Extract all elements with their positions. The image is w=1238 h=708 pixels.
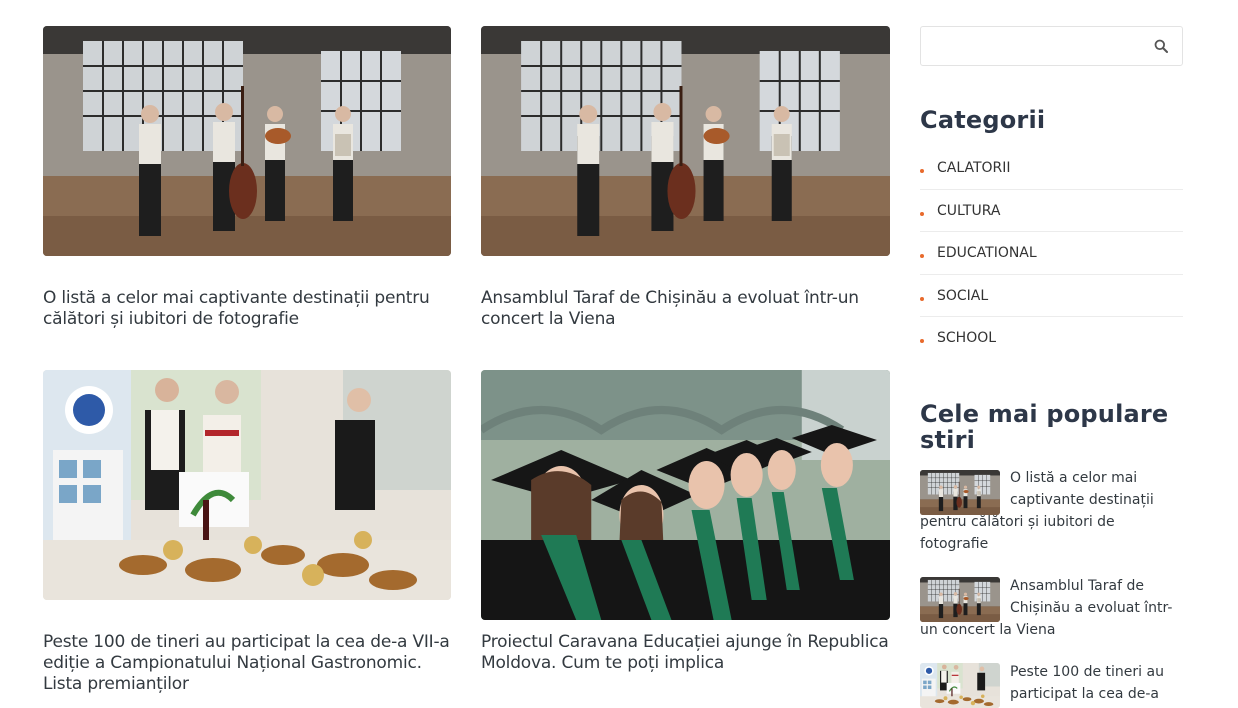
search-input[interactable] [931,35,1135,59]
category-label[interactable]: CULTURA [937,203,1000,219]
category-item[interactable]: SCHOOL [920,317,1183,360]
category-label[interactable]: SCHOOL [937,330,996,346]
post-image[interactable] [43,26,451,256]
search-box [920,26,1183,66]
post-title[interactable]: Ansamblul Taraf de Chișinău a evoluat în… [481,288,890,330]
post-image[interactable] [43,370,451,600]
bullet-icon [920,211,924,216]
popular-item: Peste 100 de tineri au participat la cea… [920,662,1183,707]
popular-item: Ansamblul Taraf de Chișinău a evoluat în… [920,576,1183,646]
bullet-icon [920,339,924,343]
popular-title[interactable]: Peste 100 de tineri au participat la cea… [920,661,1183,705]
post-title[interactable]: Proiectul Caravana Educației ajunge în R… [481,632,890,674]
category-label[interactable]: CALATORII [937,160,1011,176]
post-title[interactable]: Peste 100 de tineri au participat la cea… [43,632,461,695]
category-item[interactable]: CULTURA [920,190,1183,232]
bullet-icon [920,254,924,258]
bullet-icon [920,169,924,173]
popular-heading: Cele mai populare stiri [920,400,1169,454]
popular-title[interactable]: Ansamblul Taraf de Chișinău a evoluat în… [920,575,1183,641]
post-card: Peste 100 de tineri au participat la cea… [43,370,451,700]
categories-heading: Categorii [920,106,1046,134]
post-image[interactable] [481,26,890,256]
search-icon[interactable] [1154,39,1168,58]
categories-list: CALATORII CULTURA EDUCATIONAL SOCIAL SCH… [920,147,1183,360]
post-card: O listă a celor mai captivante destinați… [43,26,451,336]
bullet-icon [920,296,924,301]
post-title[interactable]: O listă a celor mai captivante destinați… [43,288,451,330]
post-card: Proiectul Caravana Educației ajunge în R… [481,370,890,700]
category-item[interactable]: CALATORII [920,147,1183,190]
category-item[interactable]: SOCIAL [920,275,1183,317]
category-label[interactable]: SOCIAL [937,288,988,304]
popular-title[interactable]: O listă a celor mai captivante destinați… [920,467,1183,555]
post-image[interactable] [481,370,890,620]
category-item[interactable]: EDUCATIONAL [920,232,1183,275]
category-label[interactable]: EDUCATIONAL [937,245,1037,261]
popular-item: O listă a celor mai captivante destinați… [920,468,1183,558]
post-card: Ansamblul Taraf de Chișinău a evoluat în… [481,26,890,336]
